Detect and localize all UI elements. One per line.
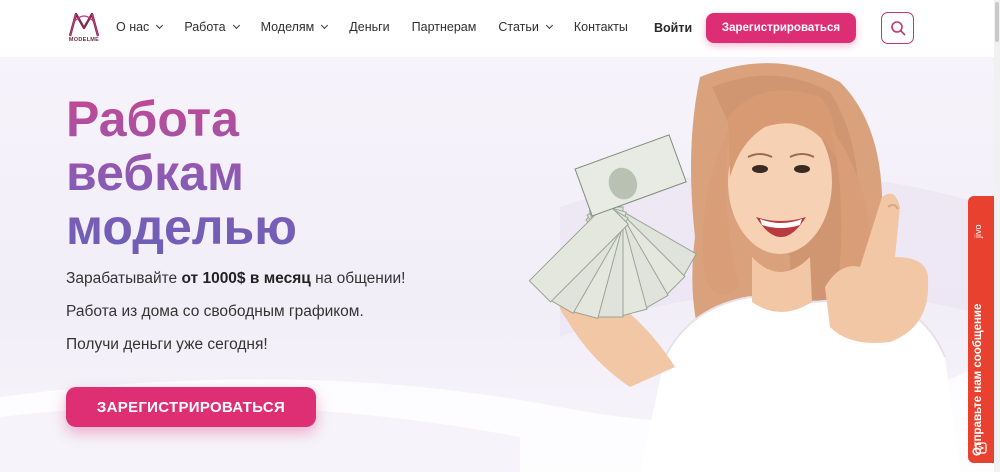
hero-text-schedule: Работа из дома со свободным графиком.: [66, 303, 364, 320]
hero-text-earnings: Зарабатывайте от 1000$ в месяц на общени…: [66, 270, 405, 288]
headline-line: моделью: [66, 199, 297, 255]
logo-text: MODELME: [68, 37, 100, 43]
hero-photo: [528, 63, 960, 472]
headline-line: вебкам: [66, 145, 244, 201]
chevron-down-icon: [545, 21, 553, 30]
hero-section: Работа вебкам моделью Зарабатывайте от 1…: [0, 57, 994, 472]
text-segment: на общении!: [310, 270, 406, 287]
headline-line: Работа: [66, 91, 239, 147]
chat-widget-tab[interactable]: jivo Отправьте нам сообщение: [968, 196, 994, 463]
register-button[interactable]: Зарегистрироваться: [706, 13, 856, 43]
scrollbar-track[interactable]: [994, 0, 1000, 472]
text-segment: Зарабатывайте: [66, 270, 182, 287]
nav-item-articles[interactable]: Статьи: [498, 20, 553, 34]
nav-item-money[interactable]: Деньги: [349, 20, 389, 34]
logo-mark-icon: [68, 12, 100, 37]
hero-headline: Работа вебкам моделью: [66, 92, 297, 254]
nav-item-label: Деньги: [349, 20, 390, 34]
chevron-down-icon: [321, 21, 329, 30]
money-fan: [528, 134, 697, 320]
text-highlight: от 1000$ в месяц: [181, 270, 311, 287]
nav-item-about[interactable]: О нас: [116, 20, 164, 34]
main-nav: О нас Работа Моделям Деньги Партнерам Ст…: [116, 20, 650, 34]
nav-item-contacts[interactable]: Контакты: [574, 20, 628, 34]
chat-icon: [975, 442, 987, 454]
hero-text-today: Получи деньги уже сегодня!: [66, 336, 268, 353]
nav-item-partners[interactable]: Партнерам: [412, 20, 477, 34]
nav-item-label: Партнерам: [411, 20, 477, 34]
chat-widget-logo: jivo: [973, 224, 983, 238]
nav-item-label: Моделям: [260, 20, 315, 34]
site-logo[interactable]: MODELME: [66, 10, 102, 46]
site-header: MODELME О нас Работа Моделям Деньги Парт…: [0, 0, 1000, 57]
chat-widget-label: Отправьте нам сообщение: [972, 303, 984, 456]
nav-item-label: Контакты: [573, 20, 628, 34]
search-icon: [890, 21, 905, 36]
login-link[interactable]: Войти: [654, 21, 692, 35]
nav-item-label: О нас: [116, 20, 150, 34]
chevron-down-icon: [232, 21, 240, 30]
nav-item-label: Статьи: [498, 20, 539, 34]
nav-item-models[interactable]: Моделям: [260, 20, 329, 34]
hero-register-button[interactable]: ЗАРЕГИСТРИРОВАТЬСЯ: [66, 387, 316, 427]
chevron-down-icon: [156, 21, 164, 30]
nav-item-work[interactable]: Работа: [184, 20, 240, 34]
scrollbar-thumb[interactable]: [995, 2, 999, 42]
search-button[interactable]: [881, 12, 914, 44]
nav-item-label: Работа: [184, 20, 226, 34]
